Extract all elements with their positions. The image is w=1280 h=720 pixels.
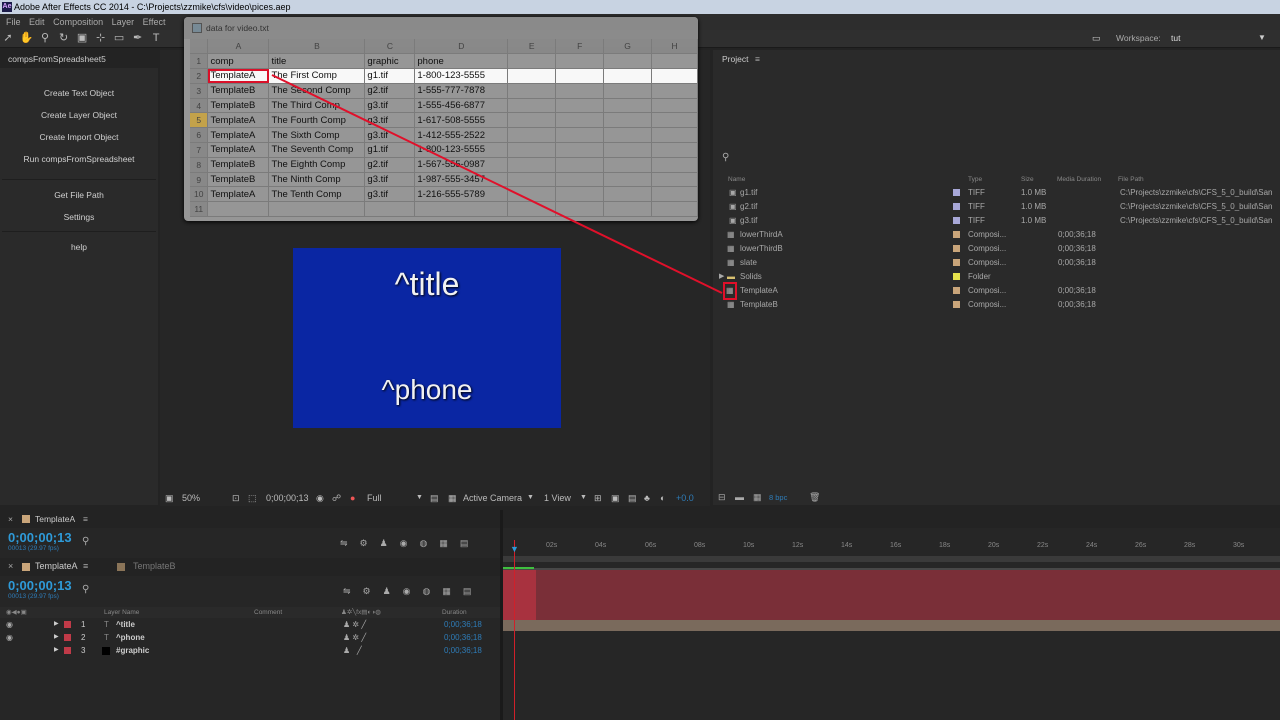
ruler-label: 06s — [645, 542, 657, 549]
column-layer-name[interactable]: Layer Name — [104, 607, 139, 618]
layer-row[interactable]: ◉ ▶ 1 T ^title ♟ ✲ ╱ 0;00;36;18 — [0, 618, 500, 631]
composition-icon — [117, 563, 125, 571]
ruler-label: 30s — [1233, 542, 1245, 549]
eye-icon[interactable]: ◉ — [6, 631, 13, 644]
ruler-label: 02s — [546, 542, 558, 549]
layer-bar-in[interactable] — [502, 570, 536, 620]
label-swatch[interactable] — [64, 634, 71, 641]
layer-name[interactable]: #graphic — [116, 644, 149, 657]
ruler-label: 26s — [1135, 542, 1147, 549]
av-features-icon: ◉◀●▣ — [6, 609, 27, 616]
label-swatch[interactable] — [64, 647, 71, 654]
text-layer-icon: T — [104, 633, 109, 642]
panel-menu-icon[interactable]: ≡ — [83, 510, 88, 528]
annotation-line — [271, 74, 723, 294]
tab-templatea[interactable]: TemplateA — [35, 510, 75, 528]
close-icon[interactable]: × — [8, 510, 13, 528]
layer-columns-header: ◉◀●▣ Layer Name Comment ♟✲╲fx▤◐◑◍ Durati… — [0, 607, 500, 618]
ruler-label: 10s — [743, 542, 755, 549]
layer-duration[interactable]: 0;00;36;18 — [444, 618, 482, 631]
column-comment[interactable]: Comment — [254, 607, 282, 618]
ruler-label: 12s — [792, 542, 804, 549]
timeline-tab-row-2: × TemplateA ≡ TemplateB — [0, 558, 500, 576]
layer-name[interactable]: ^phone — [116, 631, 145, 644]
disclosure-triangle-icon[interactable]: ▶ — [54, 631, 59, 644]
timeline-switches-icon[interactable]: ⇋⚙♟◉◍▦▤ — [343, 586, 483, 597]
ruler-label: 16s — [890, 542, 902, 549]
cache-indicator — [502, 567, 534, 569]
ruler-label: 22s — [1037, 542, 1049, 549]
work-area-bar[interactable] — [502, 556, 1280, 562]
column-duration[interactable]: Duration — [442, 607, 467, 618]
timeline-tab-row: × TemplateA ≡ — [0, 510, 1280, 528]
current-time-indicator[interactable] — [514, 540, 515, 720]
playhead-icon[interactable]: ▼ — [510, 544, 519, 554]
layer-bar[interactable] — [502, 620, 1280, 631]
layer-row[interactable]: ◉ ▶ 2 T ^phone ♟ ✲ ╱ 0;00;36;18 — [0, 631, 500, 644]
label-swatch[interactable] — [64, 621, 71, 628]
layer-name[interactable]: ^title — [116, 618, 135, 631]
tab-templatea[interactable]: TemplateA — [35, 561, 78, 571]
search-icon[interactable]: ⚲ — [82, 536, 89, 547]
ruler-label: 24s — [1086, 542, 1098, 549]
eye-icon[interactable]: ◉ — [6, 618, 13, 631]
ruler-label: 20s — [988, 542, 1000, 549]
layer-row[interactable]: ▶ 3 #graphic ♟ ╱ 0;00;36;18 — [0, 644, 500, 657]
timeline-timecode[interactable]: 0;00;00;13 — [8, 578, 72, 593]
ruler-label: 18s — [939, 542, 951, 549]
time-ruler[interactable]: 02s 04s 06s 08s 10s 12s 14s 16s 18s 20s … — [500, 542, 1280, 556]
layer-duration[interactable]: 0;00;36;18 — [444, 644, 482, 657]
layer-number: 1 — [81, 620, 86, 629]
ruler-label: 04s — [595, 542, 607, 549]
switches-icon: ♟✲╲fx▤◐◑◍ — [341, 609, 381, 616]
composition-icon — [22, 563, 30, 571]
timeline-switches-icon[interactable]: ⇋⚙♟◉◍▦▤ — [340, 538, 480, 549]
ruler-label: 28s — [1184, 542, 1196, 549]
timeline-panel: × TemplateA ≡ 0;00;00;13 00013 (29.97 fp… — [0, 510, 1280, 720]
shy-switch-icon[interactable]: ♟ ✲ ╱ — [343, 631, 366, 644]
frame-info: 00013 (29.97 fps) — [8, 545, 59, 552]
ruler-label: 14s — [841, 542, 853, 549]
layer-number: 3 — [81, 646, 86, 655]
panel-divider[interactable] — [500, 510, 503, 720]
shy-switch-icon[interactable]: ♟ ╱ — [343, 644, 362, 657]
timeline-timecode[interactable]: 0;00;00;13 — [8, 530, 72, 545]
layer-duration[interactable]: 0;00;36;18 — [444, 631, 482, 644]
panel-menu-icon[interactable]: ≡ — [83, 561, 88, 571]
close-icon[interactable]: × — [8, 561, 13, 571]
tab-templateb[interactable]: TemplateB — [133, 561, 176, 571]
layer-number: 2 — [81, 633, 86, 642]
composition-icon — [22, 515, 30, 523]
frame-info: 00013 (29.97 fps) — [8, 593, 59, 600]
text-layer-icon: T — [104, 620, 109, 629]
shy-switch-icon[interactable]: ♟ ✲ ╱ — [343, 618, 366, 631]
disclosure-triangle-icon[interactable]: ▶ — [54, 644, 59, 657]
disclosure-triangle-icon[interactable]: ▶ — [54, 618, 59, 631]
ruler-label: 08s — [694, 542, 706, 549]
solid-layer-icon — [102, 647, 110, 655]
layer-bar[interactable] — [502, 570, 1280, 620]
search-icon[interactable]: ⚲ — [82, 584, 89, 595]
